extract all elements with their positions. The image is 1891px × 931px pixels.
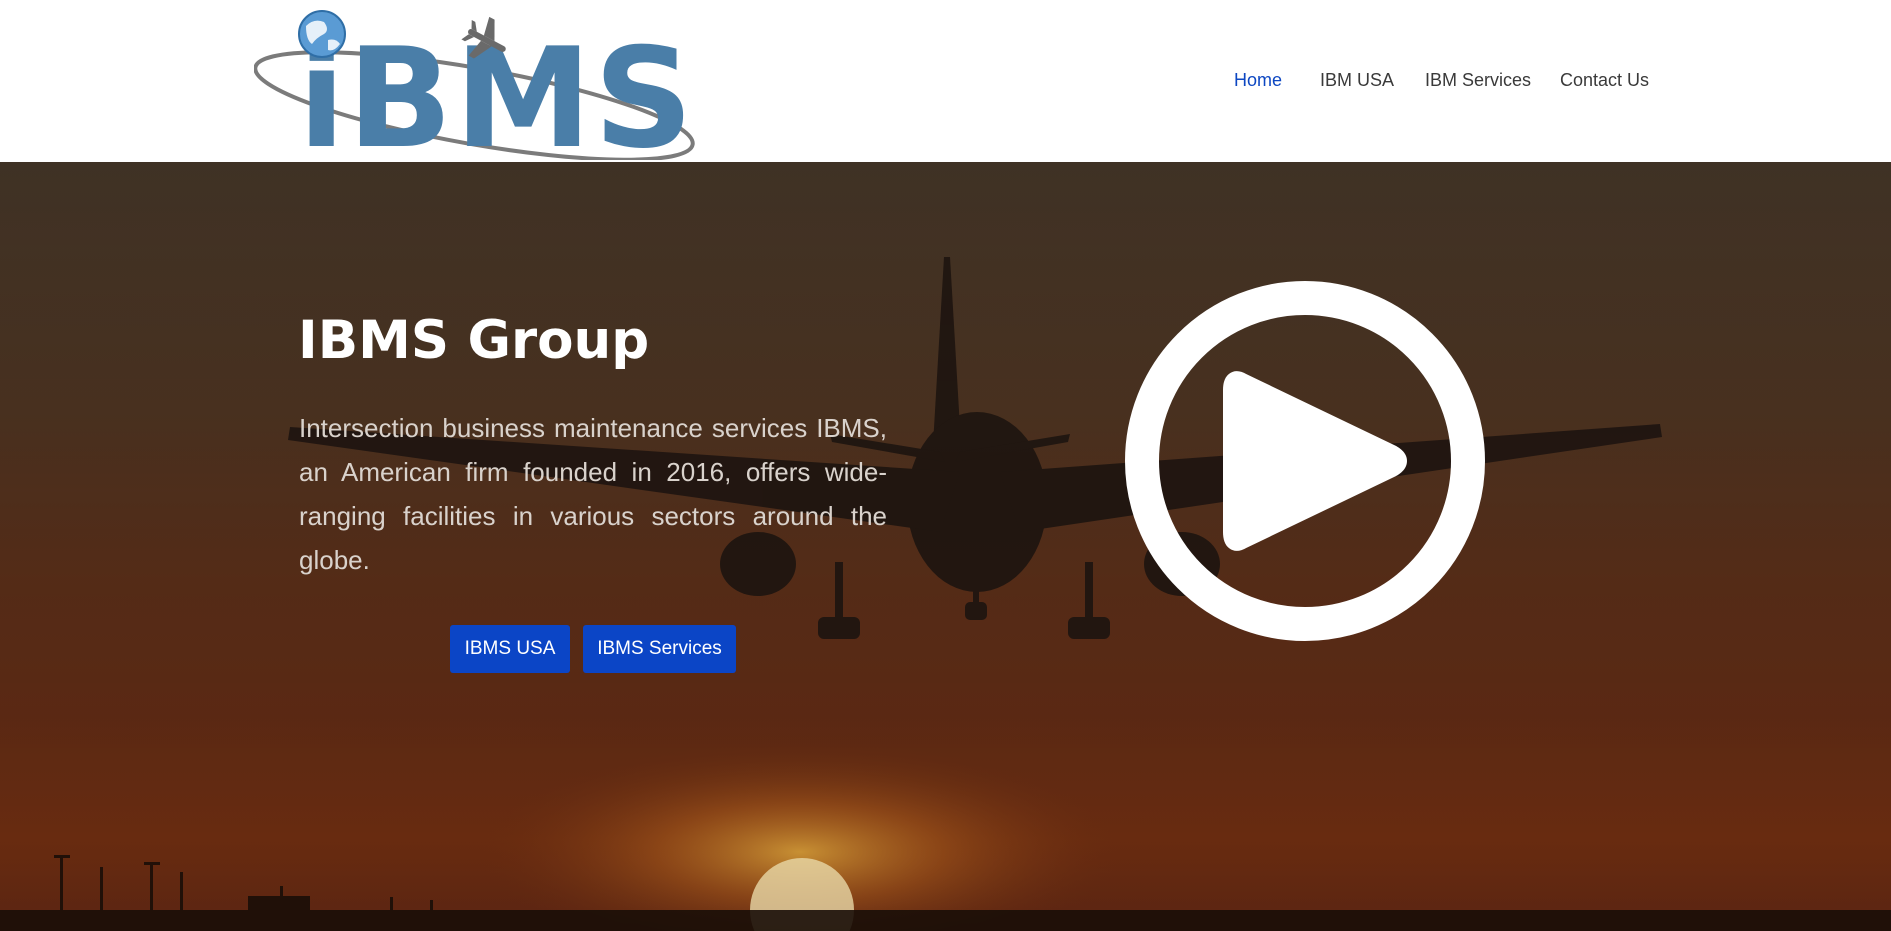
hero-description: Intersection business maintenance servic…	[299, 413, 887, 575]
site-header: iBMS Home IBM USA IBM Services Contact U…	[0, 0, 1891, 162]
video-play-button[interactable]	[1124, 280, 1486, 642]
ibms-services-button[interactable]: IBMS Services	[583, 625, 736, 673]
main-nav: Home IBM USA IBM Services Contact Us	[0, 70, 1891, 94]
nav-home[interactable]: Home	[1234, 70, 1282, 91]
hero-title: IBMS Group	[298, 310, 650, 371]
ibms-usa-button[interactable]: IBMS USA	[450, 625, 570, 673]
hero-background-image	[0, 162, 1891, 931]
nav-contact-us[interactable]: Contact Us	[1560, 70, 1649, 91]
nav-ibm-services[interactable]: IBM Services	[1425, 70, 1531, 91]
hero-section: IBMS Group Intersection business mainten…	[0, 162, 1891, 931]
nav-ibm-usa[interactable]: IBM USA	[1320, 70, 1394, 91]
play-circle-icon	[1125, 281, 1485, 641]
